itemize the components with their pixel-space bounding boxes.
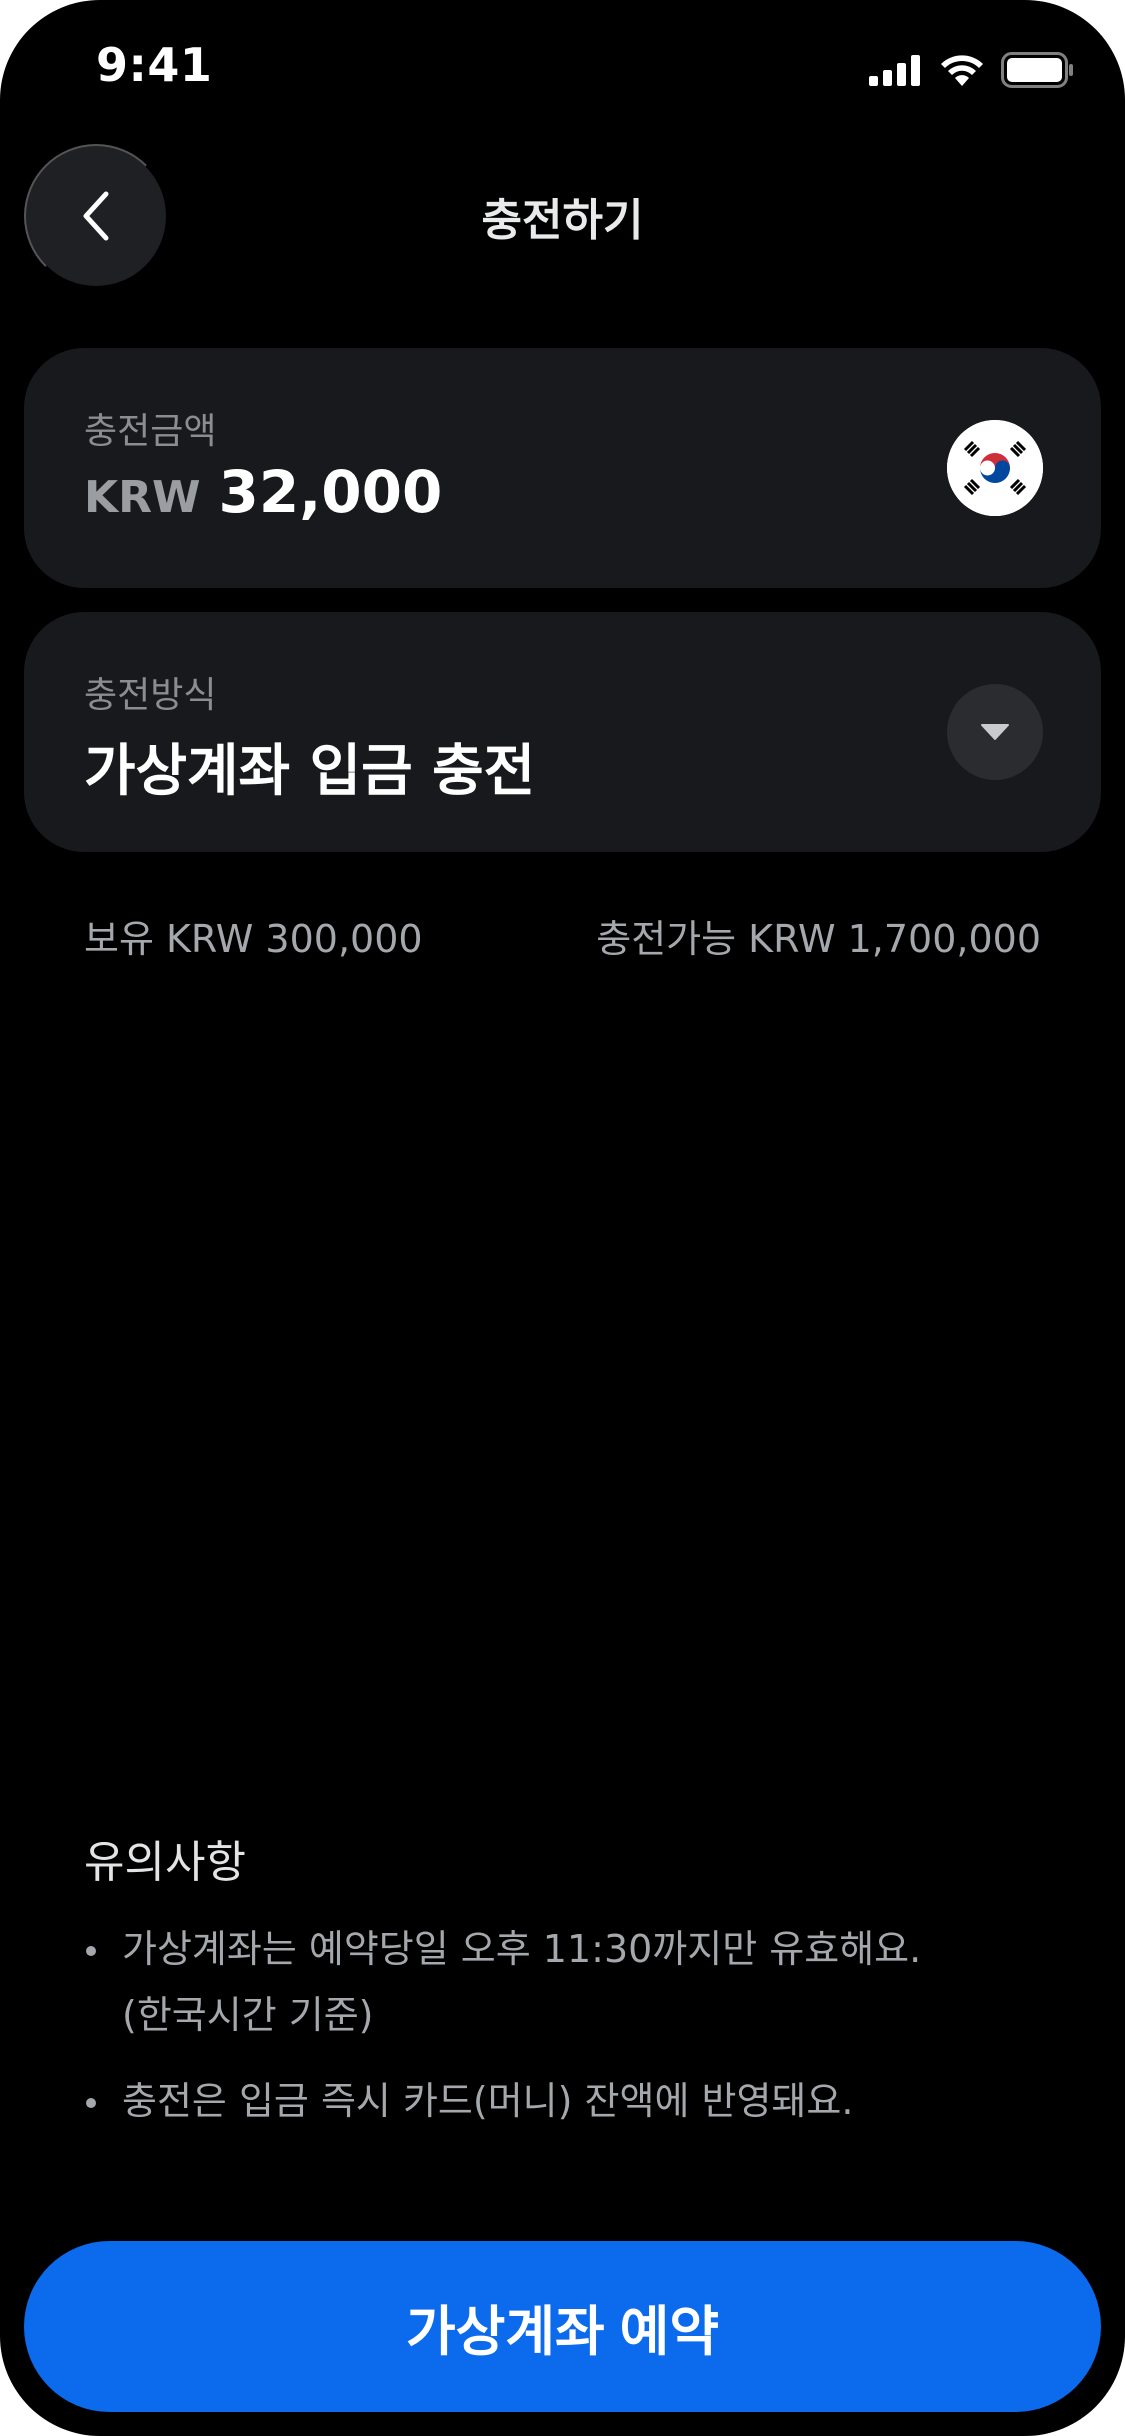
- notice-title: 유의사항: [84, 1837, 246, 1888]
- amount-row: KRW 32,000: [84, 458, 442, 526]
- method-card[interactable]: 충전방식 가상계좌 입금 충전: [24, 612, 1101, 852]
- balance-row: 보유 KRW 300,000 충전가능 KRW 1,700,000: [84, 908, 1041, 963]
- page-title: 충전하기: [481, 195, 644, 246]
- amount-card[interactable]: 충전금액 KRW 32,000: [24, 348, 1101, 588]
- notice-item: 가상계좌는 예약당일 오후 11:30까지만 유효해요. (한국시간 기준): [84, 1916, 1044, 2048]
- bullet-icon: [86, 2098, 96, 2108]
- status-time: 9:41: [96, 38, 213, 92]
- method-value: 가상계좌 입금 충전: [84, 739, 536, 804]
- battery-icon: [1001, 52, 1073, 88]
- cellular-signal-icon: [869, 55, 920, 86]
- south-korea-flag-icon: [947, 420, 1043, 516]
- notice-item-text: 충전은 입금 즉시 카드(머니) 잔액에 반영돼요.: [122, 2079, 854, 2123]
- available-balance: 충전가능 KRW 1,700,000: [596, 917, 1041, 961]
- notice-list: 가상계좌는 예약당일 오후 11:30까지만 유효해요. (한국시간 기준) 충…: [84, 1916, 1044, 2154]
- method-label: 충전방식: [84, 675, 217, 716]
- amount-currency: KRW: [84, 472, 201, 523]
- notice-item: 충전은 입금 즉시 카드(머니) 잔액에 반영돼요.: [84, 2068, 1044, 2134]
- amount-value[interactable]: 32,000: [219, 458, 443, 526]
- amount-label: 충전금액: [84, 411, 217, 452]
- status-bar: 9:41: [0, 0, 1125, 132]
- notice-item-text: 가상계좌는 예약당일 오후 11:30까지만 유효해요.: [122, 1927, 922, 1971]
- caret-down-icon: [981, 724, 1009, 740]
- bullet-icon: [86, 1946, 96, 1956]
- notice-item-text: (한국시간 기준): [122, 1993, 374, 2037]
- status-icons: [869, 50, 1075, 90]
- wifi-icon: [941, 55, 983, 86]
- held-balance: 보유 KRW 300,000: [84, 917, 423, 961]
- phone-screen: 9:41 충전하기 충전금액 KRW 32,000 충전방식 가상계좌 입금 충…: [0, 0, 1125, 2436]
- reserve-virtual-account-button[interactable]: 가상계좌 예약: [24, 2241, 1101, 2412]
- method-dropdown-button[interactable]: [947, 684, 1043, 780]
